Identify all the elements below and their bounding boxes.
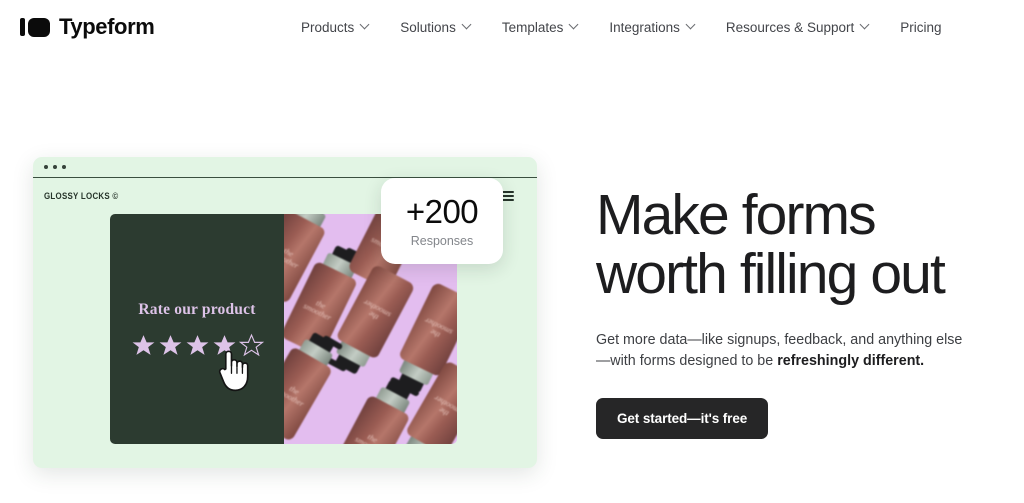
nav-label: Pricing bbox=[900, 20, 942, 35]
star-outline-icon[interactable] bbox=[238, 333, 264, 358]
responses-label: Responses bbox=[410, 233, 474, 248]
preview-brand-name: GLOSSY LOCKS © bbox=[44, 191, 119, 201]
chevron-down-icon bbox=[463, 21, 472, 30]
rating-question: Rate our product bbox=[138, 300, 256, 318]
subheading-emphasis: refreshingly different. bbox=[777, 353, 925, 370]
star-filled-icon[interactable] bbox=[212, 333, 237, 358]
window-dot-icon bbox=[44, 165, 48, 169]
nav-item-pricing[interactable]: Pricing bbox=[885, 17, 956, 38]
site-header: Typeform Products Solutions Templates In… bbox=[0, 0, 1024, 56]
typeform-logo-icon bbox=[20, 17, 50, 37]
star-rating-widget[interactable] bbox=[131, 333, 264, 391]
nav-item-templates[interactable]: Templates bbox=[487, 17, 595, 38]
hero-section: GLOSSY LOCKS © Rate our product the smoo… bbox=[0, 56, 1024, 503]
window-dot-icon bbox=[62, 165, 66, 169]
nav-label: Resources & Support bbox=[725, 20, 855, 35]
responses-badge: +200 Responses bbox=[381, 178, 503, 264]
rating-panel: Rate our product bbox=[110, 214, 284, 444]
preview-window-titlebar bbox=[33, 157, 537, 178]
nav-label: Solutions bbox=[400, 20, 456, 35]
nav-item-solutions[interactable]: Solutions bbox=[385, 17, 487, 38]
star-filled-icon[interactable] bbox=[185, 333, 210, 358]
page-title: Make forms worth filling out bbox=[596, 183, 946, 306]
hero-subheading: Get more data—like signups, feedback, an… bbox=[596, 330, 974, 371]
get-started-button[interactable]: Get started—it's free bbox=[596, 397, 769, 439]
nav-item-products[interactable]: Products bbox=[286, 17, 385, 38]
nav-item-resources-support[interactable]: Resources & Support bbox=[711, 17, 885, 38]
nav-label: Integrations bbox=[609, 20, 680, 35]
hero-copy-column: Make forms worth filling out Get more da… bbox=[596, 186, 1006, 439]
chevron-down-icon bbox=[361, 21, 370, 30]
chevron-down-icon bbox=[687, 21, 696, 30]
brand-logo-link[interactable]: Typeform bbox=[20, 14, 155, 40]
chevron-down-icon bbox=[570, 21, 579, 30]
nav-label: Products bbox=[301, 20, 355, 35]
nav-item-integrations[interactable]: Integrations bbox=[594, 17, 711, 38]
window-dot-icon bbox=[53, 165, 57, 169]
responses-count: +200 bbox=[405, 192, 479, 230]
chevron-down-icon bbox=[861, 21, 870, 30]
main-navigation: Products Solutions Templates Integration… bbox=[286, 17, 957, 38]
star-filled-icon[interactable] bbox=[158, 333, 183, 358]
brand-name: Typeform bbox=[59, 14, 155, 39]
star-filled-icon[interactable] bbox=[131, 333, 156, 358]
nav-label: Templates bbox=[501, 20, 564, 35]
